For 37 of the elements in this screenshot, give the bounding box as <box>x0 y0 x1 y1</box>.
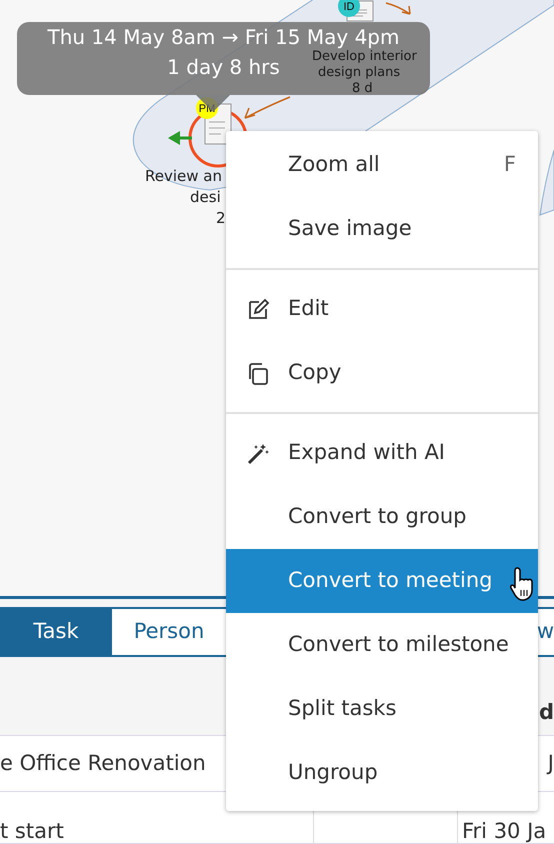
menu-item[interactable]: Edit <box>226 277 538 341</box>
menu-item[interactable]: Ungroup <box>226 741 538 805</box>
node-label: desi <box>190 187 221 207</box>
dependency-arrow <box>244 96 290 119</box>
menu-item[interactable]: Copy <box>226 341 538 405</box>
pencil-icon <box>246 298 270 322</box>
table-cell: t start <box>0 819 64 843</box>
node-label: Review an <box>145 166 222 186</box>
column-heading: d <box>538 698 554 726</box>
dependency-arrow <box>386 2 411 15</box>
hand-cursor-icon <box>510 566 536 602</box>
node-label: Develop interior <box>312 49 417 65</box>
shortcut-key: F <box>504 149 516 181</box>
group-outline <box>540 150 554 216</box>
tooltip-text: 1 day 8 hrs <box>167 55 280 79</box>
node-label: 8 d <box>352 81 373 97</box>
menu-item[interactable]: Split tasks <box>226 677 538 741</box>
menu-item[interactable]: Expand with AI <box>226 421 538 485</box>
tab[interactable]: Task <box>0 609 112 655</box>
table-cell: Fri 30 Ja <box>462 819 546 843</box>
avatar-initials: ID <box>344 1 354 13</box>
menu-item[interactable]: Zoom all F <box>226 133 538 197</box>
node-label: 2 <box>216 208 226 228</box>
menu-item[interactable]: Convert to milestone <box>226 613 538 677</box>
menu-item[interactable]: Save image <box>226 197 538 261</box>
table-cell-text: e Office Renovation <box>0 750 206 777</box>
tooltip-text: Thu 14 May 8am → Fri 15 May 4pm <box>48 25 400 49</box>
copy-icon <box>246 362 270 386</box>
arrow-icon <box>168 131 192 145</box>
avatar-initials: PM <box>198 103 216 115</box>
tab[interactable]: Person <box>112 609 226 655</box>
magic-wand-icon <box>246 442 270 466</box>
node-label: design plans <box>318 65 400 81</box>
menu-item-label: Zoom all <box>288 151 380 178</box>
menu-item[interactable]: Convert to meeting <box>226 549 538 613</box>
menu-item[interactable]: Convert to group <box>226 485 538 549</box>
table-cell-text: J <box>548 750 554 777</box>
